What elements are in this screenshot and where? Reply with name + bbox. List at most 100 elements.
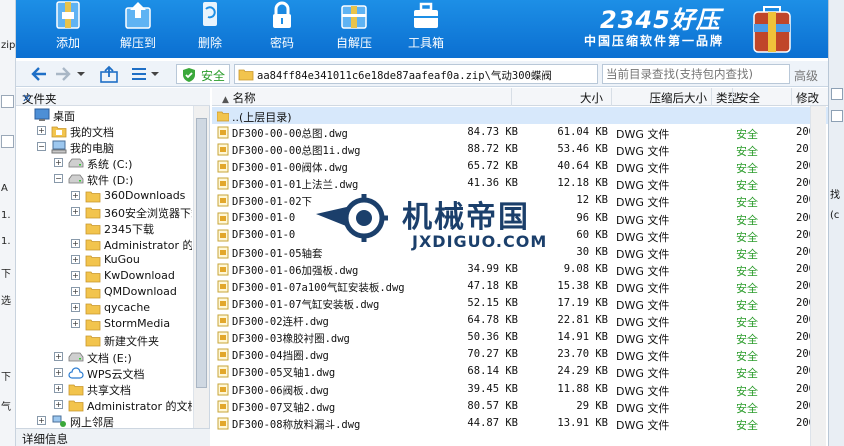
- file-row[interactable]: DF300-01-00阀体.dwg 65.72 KB 40.64 KB DWG 文件 安…: [212, 158, 828, 175]
- tree-item[interactable]: + StormMedia: [16, 316, 192, 332]
- file-row[interactable]: DF300-00-00总图.dwg 84.73 KB 61.04 KB DWG 文件 安…: [212, 124, 828, 141]
- file-safety-status: 安全: [736, 299, 758, 312]
- extract-to-icon: [125, 2, 151, 29]
- tree-item[interactable]: + Administrator 的文档: [16, 397, 192, 413]
- expand-icon[interactable]: +: [71, 238, 80, 248]
- tree-item[interactable]: − 我的电脑: [16, 139, 192, 155]
- file-safety-status: 安全: [736, 316, 758, 330]
- password-button[interactable]: 密码: [252, 0, 312, 58]
- toolbox-button[interactable]: 工具箱: [396, 0, 456, 58]
- extract-to-button[interactable]: 解压到: [108, 0, 168, 58]
- file-row[interactable]: DF300-01-06加强板.dwg 34.99 KB 9.08 KB DWG 文件 安…: [212, 261, 828, 278]
- column-modified[interactable]: 修改: [792, 88, 828, 106]
- expand-icon[interactable]: +: [37, 415, 46, 425]
- tree-scrollbar-thumb[interactable]: [196, 118, 207, 388]
- expand-icon[interactable]: +: [71, 206, 80, 216]
- dwg-file-icon: [217, 417, 229, 430]
- up-folder-icon[interactable]: [100, 65, 118, 83]
- file-row[interactable]: DF300-00-00总图1i.dwg 88.72 KB 53.46 KB DWG 文…: [212, 141, 828, 158]
- expand-icon[interactable]: +: [54, 383, 63, 393]
- tree-scrollbar[interactable]: [193, 106, 209, 428]
- tree-item[interactable]: + 系统 (C:): [16, 155, 192, 171]
- forward-arrow-icon[interactable]: [54, 65, 72, 83]
- tree-item[interactable]: +360Downloads: [16, 188, 192, 204]
- file-size: 44.87 KB: [467, 416, 518, 429]
- file-row[interactable]: DF300-01-05轴套 30 KB DWG 文件 安全 200: [212, 244, 828, 261]
- collapse-icon[interactable]: −: [37, 142, 46, 152]
- view-dropdown-icon[interactable]: [150, 65, 160, 83]
- expand-icon[interactable]: +: [54, 399, 63, 409]
- add-button[interactable]: 添加: [38, 0, 98, 58]
- expand-icon[interactable]: +: [71, 271, 80, 280]
- back-arrow-icon[interactable]: [30, 65, 48, 83]
- tree-item[interactable]: + WPS云文档: [16, 365, 192, 381]
- file-row[interactable]: DF300-01-07a100气缸安装板.dwg 47.18 KB 15.38 KB…: [212, 278, 828, 295]
- file-type: DWG 文件: [616, 179, 670, 193]
- column-size[interactable]: 大小: [512, 88, 612, 106]
- tree-item[interactable]: + KwDownload: [16, 268, 192, 284]
- file-type: DWG 文件: [616, 333, 670, 347]
- self-extract-button[interactable]: 自解压: [324, 0, 384, 58]
- tree-item[interactable]: + Administrator 的: [16, 236, 192, 252]
- file-row[interactable]: DF300-08称放料漏斗.dwg 44.87 KB 13.91 KB DWG 文件 安…: [212, 415, 828, 432]
- expand-icon[interactable]: +: [71, 287, 80, 297]
- dwg-file-icon: [217, 126, 229, 139]
- tree-item[interactable]: + KuGou: [16, 252, 192, 268]
- expand-icon[interactable]: +: [71, 319, 80, 329]
- file-row[interactable]: DF300-05叉轴1.dwg 68.14 KB 24.29 KB DWG 文件 安全 2…: [212, 363, 828, 380]
- delete-button[interactable]: 删除: [180, 0, 240, 58]
- advanced-search-button[interactable]: 高级: [794, 67, 818, 84]
- expand-icon[interactable]: +: [54, 158, 63, 168]
- collapse-icon[interactable]: −: [54, 174, 63, 184]
- tree-item[interactable]: 桌面: [16, 107, 192, 123]
- tree-item-label: Administrator 的: [104, 238, 192, 252]
- file-row[interactable]: DF300-04挡圈.dwg 70.27 KB 23.70 KB DWG 文件 安全 20…: [212, 346, 828, 363]
- security-scan-button[interactable]: 安全: [176, 64, 230, 84]
- expand-icon[interactable]: +: [71, 303, 80, 313]
- dwg-file-icon: [217, 331, 229, 344]
- expand-icon[interactable]: +: [71, 254, 80, 264]
- tree-item[interactable]: + 我的文档: [16, 123, 192, 139]
- file-row[interactable]: DF300-01-02下 12 KB DWG 文件 安全 200: [212, 192, 828, 209]
- file-list-scrollbar[interactable]: [810, 106, 826, 446]
- file-row[interactable]: DF300-01-07气缸安装板.dwg 52.15 KB 17.19 KB DWG …: [212, 295, 828, 312]
- expand-icon[interactable]: +: [54, 367, 63, 377]
- tree-item[interactable]: 新建文件夹: [16, 332, 192, 348]
- file-row[interactable]: DF300-01-0 60 KB DWG 文件 安全 200: [212, 227, 828, 244]
- column-name[interactable]: ▲ 名称: [212, 88, 512, 106]
- file-row[interactable]: DF300-01-01上法兰.dwg 41.36 KB 12.18 KB DWG 文件…: [212, 175, 828, 192]
- file-safety-status: 安全: [736, 401, 758, 415]
- details-bar[interactable]: 详细信息: [16, 428, 210, 446]
- parent-directory-row[interactable]: ..(上层目录): [212, 107, 828, 124]
- expand-icon[interactable]: +: [71, 190, 80, 200]
- tree-item[interactable]: − 软件 (D:): [16, 171, 192, 187]
- search-input[interactable]: [603, 65, 785, 83]
- file-row[interactable]: DF300-01-0 96 KB DWG 文件 安全 200: [212, 210, 828, 227]
- file-row[interactable]: DF300-03橡胶衬圈.dwg 50.36 KB 14.91 KB DWG 文件 安全…: [212, 329, 828, 346]
- close-icon[interactable]: ✕: [22, 91, 32, 105]
- view-list-icon[interactable]: [130, 65, 148, 83]
- tree-item[interactable]: +360安全浏览器下载: [16, 204, 192, 220]
- file-row[interactable]: DF300-06阀板.dwg 39.45 KB 11.88 KB DWG 文件 安全 20…: [212, 381, 828, 398]
- folder-icon: [85, 239, 101, 251]
- file-row[interactable]: DF300-07叉轴2.dwg 80.57 KB 29 KB DWG 文件 安全 200: [212, 398, 828, 415]
- tree-item[interactable]: + 共享文档: [16, 381, 192, 397]
- expand-icon[interactable]: +: [37, 126, 46, 136]
- expand-icon[interactable]: +: [54, 351, 63, 361]
- tree-item[interactable]: 2345下载: [16, 220, 192, 236]
- tree-item[interactable]: + qycache: [16, 300, 192, 316]
- search-box[interactable]: [602, 64, 790, 84]
- tree-item[interactable]: + 网上邻居: [16, 413, 192, 429]
- column-safety[interactable]: 安全: [732, 88, 792, 106]
- toolbox-icon: [414, 2, 438, 28]
- file-row[interactable]: DF300-02连杆.dwg 64.78 KB 22.81 KB DWG 文件 安全 20…: [212, 312, 828, 329]
- file-name: DF300-01-01上法兰.dwg: [232, 179, 359, 192]
- file-packed-size: 60 KB: [576, 228, 608, 241]
- tree-item[interactable]: + 文档 (E:): [16, 349, 192, 365]
- main-toolbar: 添加 解压到 删除 密码 自解压 工具箱 2345好压 中国压缩软件第一品牌: [16, 0, 828, 58]
- path-field[interactable]: aa84ff84e341011c6e18de87aafeaf0a.zip\气动3…: [234, 64, 598, 84]
- history-dropdown-icon[interactable]: [76, 65, 86, 83]
- file-name: DF300-01-0: [232, 228, 296, 241]
- tree-item[interactable]: + QMDownload: [16, 284, 192, 300]
- column-packed[interactable]: 压缩后大小: [612, 88, 712, 106]
